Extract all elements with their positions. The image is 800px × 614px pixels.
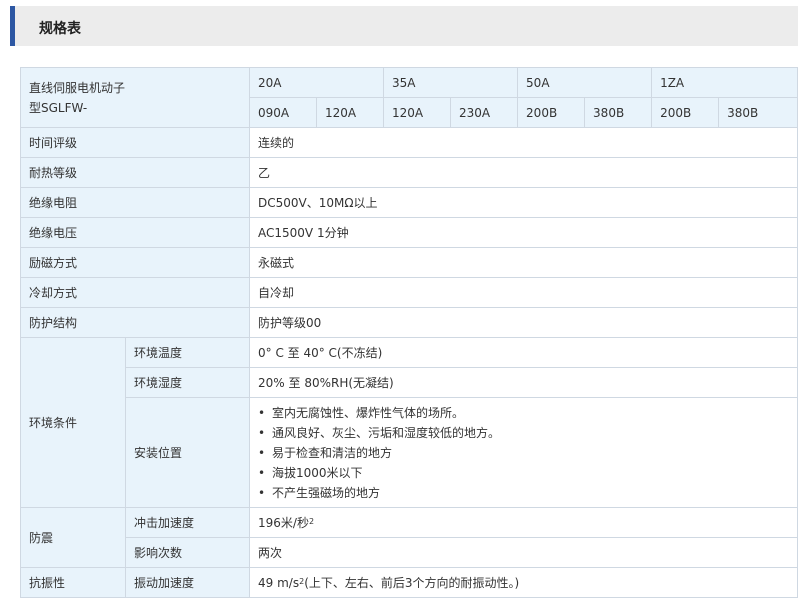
sub-model-header: 120A	[316, 97, 385, 128]
sub-model-header: 380B	[718, 97, 799, 128]
bullet-icon: •	[258, 465, 266, 480]
list-item: • 室内无腐蚀性、爆炸性气体的场所。	[258, 403, 789, 423]
page-title: 规格表	[39, 21, 81, 37]
row-label-insulation-resistance: 绝缘电阻	[19, 187, 251, 218]
spec-table: 直线伺服电机动子 型SGLFW- 20A 35A 50A 1ZA 090A 12…	[19, 67, 799, 598]
shock-count-label: 影响次数	[124, 537, 251, 568]
sub-model-header: 090A	[249, 97, 318, 128]
env-temp-label: 环境温度	[124, 337, 251, 368]
sub-model-header: 200B	[517, 97, 586, 128]
bullet-icon: •	[258, 425, 266, 440]
model-label-cell: 直线伺服电机动子 型SGLFW-	[19, 67, 251, 128]
row-value-insulation-resistance: DC500V、10MΩ以上	[249, 187, 799, 218]
row-label-protection: 防护结构	[19, 307, 251, 338]
row-label-insulation-voltage: 绝缘电压	[19, 217, 251, 248]
env-install-label: 安装位置	[124, 397, 251, 508]
row-value-cooling: 自冷却	[249, 277, 799, 308]
row-value-protection: 防护等级00	[249, 307, 799, 338]
group-header: 1ZA	[651, 67, 799, 98]
group-header: 35A	[383, 67, 519, 98]
env-label: 环境条件	[20, 337, 126, 508]
env-temp-value: 0° C 至 40° C(不冻结)	[249, 337, 799, 368]
install-list: • 室内无腐蚀性、爆炸性气体的场所。 • 通风良好、灰尘、污垢和湿度较低的地方。 •…	[258, 403, 789, 503]
shock-count-value: 两次	[249, 537, 799, 568]
list-item: • 易于检查和清洁的地方	[258, 443, 789, 463]
row-value-time-rating: 连续的	[249, 127, 799, 158]
vibration-label: 抗振性	[20, 567, 126, 598]
vibration-accel-label: 振动加速度	[124, 567, 251, 598]
vibration-accel-value: 49 m/s2(上下、左右、前后3个方向的耐振动性。)	[249, 567, 799, 598]
shock-accel-label: 冲击加速度	[124, 507, 251, 538]
bullet-icon: •	[258, 405, 266, 420]
env-humidity-label: 环境湿度	[124, 367, 251, 398]
env-humidity-value: 20% 至 80%RH(无凝结)	[249, 367, 799, 398]
row-value-insulation-voltage: AC1500V 1分钟	[249, 217, 799, 248]
sub-model-header: 380B	[584, 97, 653, 128]
sub-model-header: 230A	[450, 97, 519, 128]
list-item: • 不产生强磁场的地方	[258, 483, 789, 503]
env-install-value: • 室内无腐蚀性、爆炸性气体的场所。 • 通风良好、灰尘、污垢和湿度较低的地方。 •…	[249, 397, 799, 508]
row-value-excitation: 永磁式	[249, 247, 799, 278]
row-label-excitation: 励磁方式	[19, 247, 251, 278]
shock-accel-value: 196米/秒2	[249, 507, 799, 538]
section-header: 规格表	[10, 6, 798, 46]
row-label-heat-class: 耐热等级	[19, 157, 251, 188]
model-label-line1: 直线伺服电机动子	[29, 80, 126, 95]
sub-model-header: 120A	[383, 97, 452, 128]
row-value-heat-class: 乙	[249, 157, 799, 188]
list-item: • 海拔1000米以下	[258, 463, 789, 483]
row-label-time-rating: 时间评级	[19, 127, 251, 158]
list-item: • 通风良好、灰尘、污垢和湿度较低的地方。	[258, 423, 789, 443]
model-label-line2: 型SGLFW-	[29, 100, 88, 115]
bullet-icon: •	[258, 445, 266, 460]
row-label-cooling: 冷却方式	[19, 277, 251, 308]
sub-model-header: 200B	[651, 97, 720, 128]
group-header: 50A	[517, 67, 653, 98]
group-header: 20A	[249, 67, 385, 98]
bullet-icon: •	[258, 485, 266, 500]
shock-label: 防震	[20, 507, 126, 568]
